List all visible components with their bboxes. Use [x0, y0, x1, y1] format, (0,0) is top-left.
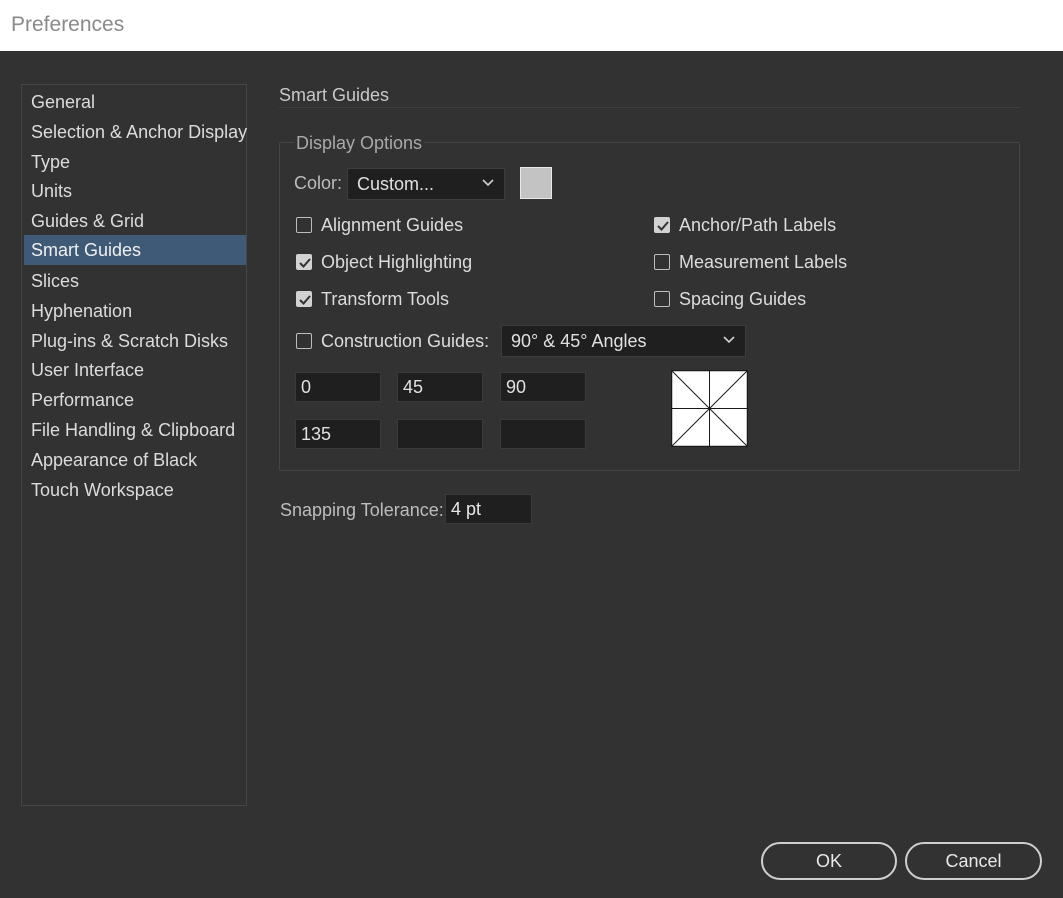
color-dropdown[interactable]: Custom...: [347, 168, 505, 200]
nav-item-file-handling-clipboard[interactable]: File Handling & Clipboard: [24, 415, 246, 445]
nav-item-hyphenation[interactable]: Hyphenation: [24, 296, 246, 326]
ok-button[interactable]: OK: [761, 842, 897, 880]
angle-preview-icon: [671, 370, 748, 447]
color-dropdown-value: Custom...: [357, 174, 435, 194]
spacing-guides-label: Spacing Guides: [679, 288, 807, 309]
nav-item-slices[interactable]: Slices: [24, 266, 246, 296]
nav-item-user-interface[interactable]: User Interface: [24, 355, 246, 385]
construction-angles-dropdown[interactable]: 90° & 45° Angles: [501, 325, 746, 357]
spacing-guides-checkbox[interactable]: Spacing Guides: [654, 287, 806, 311]
nav-item-guides-grid[interactable]: Guides & Grid: [24, 206, 246, 236]
chevron-down-icon: [723, 336, 735, 344]
nav-item-selection-anchor-display[interactable]: Selection & Anchor Display: [24, 117, 247, 147]
checkmark-icon: [296, 254, 312, 270]
window-title: Preferences: [11, 13, 125, 36]
checkbox-unchecked-icon: [296, 333, 312, 349]
alignment-guides-checkbox[interactable]: Alignment Guides: [296, 213, 463, 237]
nav-item-general[interactable]: General: [24, 87, 246, 117]
angle-field-4[interactable]: 135: [295, 419, 381, 449]
nav-item-type[interactable]: Type: [24, 147, 246, 177]
construction-angles-value: 90° & 45° Angles: [511, 331, 647, 351]
construction-guides-checkbox[interactable]: Construction Guides:: [296, 329, 489, 353]
nav-item-performance[interactable]: Performance: [24, 385, 246, 415]
snapping-tolerance-input[interactable]: 4 pt: [445, 494, 532, 524]
nav-item-plugins-scratch-disks[interactable]: Plug-ins & Scratch Disks: [24, 326, 246, 356]
checkmark-icon: [654, 217, 670, 233]
preferences-category-list[interactable]: General Selection & Anchor Display Type …: [21, 84, 247, 806]
angle-field-5[interactable]: [397, 419, 483, 449]
checkbox-unchecked-icon: [654, 291, 670, 307]
display-options-label: Display Options: [294, 133, 425, 154]
checkbox-unchecked-icon: [654, 254, 670, 270]
anchor-path-labels-checkbox[interactable]: Anchor/Path Labels: [654, 213, 836, 237]
cancel-button[interactable]: Cancel: [905, 842, 1042, 880]
checkmark-icon: [296, 291, 312, 307]
angle-field-1[interactable]: 0: [295, 372, 381, 402]
angle-field-3[interactable]: 90: [500, 372, 586, 402]
transform-tools-label: Transform Tools: [321, 288, 450, 309]
measurement-labels-label: Measurement Labels: [679, 251, 848, 272]
alignment-guides-label: Alignment Guides: [321, 214, 464, 235]
angle-field-6[interactable]: [500, 419, 586, 449]
color-swatch[interactable]: [520, 167, 552, 199]
title-bar: Preferences: [0, 0, 1063, 51]
measurement-labels-checkbox[interactable]: Measurement Labels: [654, 250, 847, 274]
snapping-tolerance-label: Snapping Tolerance:: [280, 500, 444, 520]
anchor-path-labels-label: Anchor/Path Labels: [679, 214, 837, 235]
nav-item-touch-workspace[interactable]: Touch Workspace: [24, 475, 246, 505]
object-highlighting-label: Object Highlighting: [321, 251, 473, 272]
chevron-down-icon: [482, 179, 494, 187]
checkbox-unchecked-icon: [296, 217, 312, 233]
angle-field-2[interactable]: 45: [397, 372, 483, 402]
color-label: Color:: [294, 173, 343, 193]
section-divider: [279, 107, 1020, 108]
section-title: Smart Guides: [279, 85, 390, 105]
construction-guides-label: Construction Guides:: [321, 330, 490, 351]
nav-item-appearance-of-black[interactable]: Appearance of Black: [24, 445, 246, 475]
object-highlighting-checkbox[interactable]: Object Highlighting: [296, 250, 472, 274]
transform-tools-checkbox[interactable]: Transform Tools: [296, 287, 449, 311]
nav-item-smart-guides[interactable]: Smart Guides: [24, 235, 246, 265]
nav-item-units[interactable]: Units: [24, 176, 246, 206]
